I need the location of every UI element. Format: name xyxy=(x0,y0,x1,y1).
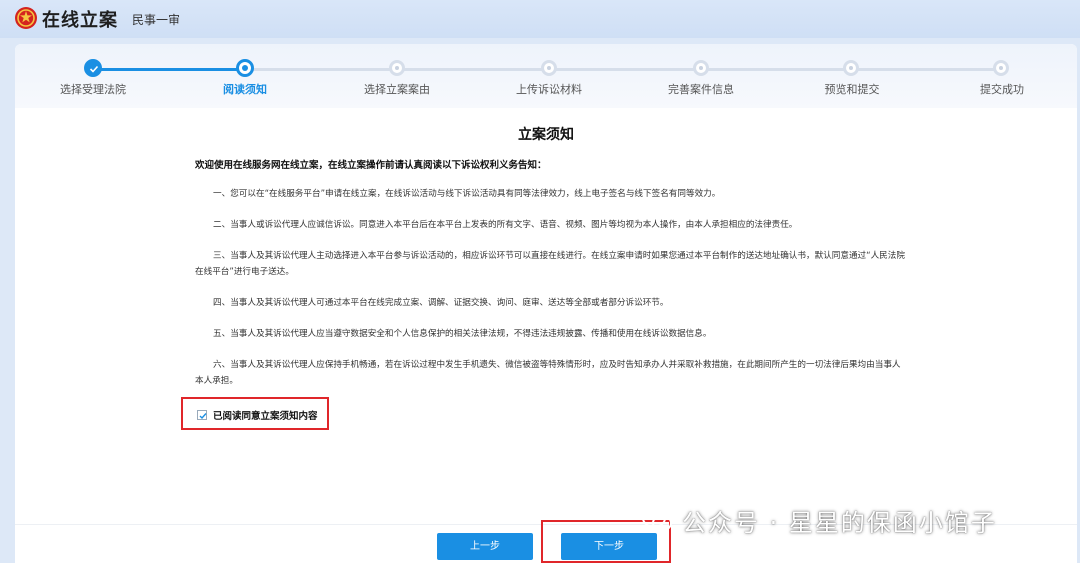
step-label-select-cause: 选择立案案由 xyxy=(364,83,430,96)
main-panel: 选择受理法院 阅读须知 选择立案案由 上传诉讼材料 完善案件信息 预览和提交 提… xyxy=(15,44,1077,563)
step-label-select-court: 选择受理法院 xyxy=(60,83,126,96)
step-7-pending-icon xyxy=(993,60,1009,76)
notice-paragraph-2: 二、当事人或诉讼代理人应诚信诉讼。同意进入本平台后在本平台上发表的所有文字、语音… xyxy=(213,220,798,230)
notice-paragraph-3: 三、当事人及其诉讼代理人主动选择进入本平台参与诉讼活动的，相应诉讼环节可以直接在… xyxy=(195,251,905,277)
wechat-icon xyxy=(642,508,672,532)
notice-paragraph-4: 四、当事人及其诉讼代理人可通过本平台在线完成立案、调解、证据交换、询问、庭审、送… xyxy=(213,298,669,308)
step-3-pending-icon xyxy=(389,60,405,76)
watermark: 公众号 · 星星的保函小馆子 xyxy=(640,500,997,540)
agree-label[interactable]: 已阅读同意立案须知内容 xyxy=(213,408,318,422)
notice-intro: 欢迎使用在线服务网在线立案，在线立案操作前请认真阅读以下诉讼权利义务告知： xyxy=(195,160,547,171)
step-label-read-notice: 阅读须知 xyxy=(223,83,267,96)
step-5-pending-icon xyxy=(693,60,709,76)
step-connector xyxy=(851,68,1001,71)
step-6-pending-icon xyxy=(843,60,859,76)
top-header: 在线立案 民事一审 xyxy=(0,0,1080,38)
step-connector xyxy=(549,68,701,71)
agree-checkbox[interactable] xyxy=(197,410,207,420)
watermark-text: 公众号 · 星星的保函小馆子 xyxy=(682,508,997,537)
progress-stepper: 选择受理法院 阅读须知 选择立案案由 上传诉讼材料 完善案件信息 预览和提交 提… xyxy=(15,44,1077,108)
step-connector xyxy=(701,68,851,71)
notice-paragraph-6: 六、当事人及其诉讼代理人应保持手机畅通，若在诉讼过程中发生手机遗失、微信被盗等特… xyxy=(195,360,901,386)
notice-title: 立案须知 xyxy=(518,127,574,143)
app-title: 在线立案 xyxy=(42,10,118,31)
step-4-pending-icon xyxy=(541,60,557,76)
step-connector xyxy=(397,68,549,71)
court-emblem-icon xyxy=(15,7,37,29)
step-connector xyxy=(245,68,397,71)
step-1-done-icon xyxy=(84,59,102,77)
step-label-complete-info: 完善案件信息 xyxy=(668,83,734,96)
case-type-label: 民事一审 xyxy=(132,13,181,27)
agree-highlight-box: 已阅读同意立案须知内容 xyxy=(181,397,329,430)
step-2-active-icon xyxy=(236,59,254,77)
notice-paragraph-1: 一、您可以在“在线服务平台”申请在线立案，在线诉讼活动与线下诉讼活动具有同等法律… xyxy=(213,189,721,199)
step-connector xyxy=(93,68,243,71)
step-label-preview-submit: 预览和提交 xyxy=(824,83,880,96)
step-label-submitted: 提交成功 xyxy=(980,83,1024,96)
prev-step-button[interactable]: 上一步 xyxy=(437,533,533,560)
notice-paragraph-5: 五、当事人及其诉讼代理人应当遵守数据安全和个人信息保护的相关法律法规，不得违法违… xyxy=(213,329,712,339)
step-label-upload-materials: 上传诉讼材料 xyxy=(516,83,582,96)
check-icon xyxy=(199,413,207,420)
